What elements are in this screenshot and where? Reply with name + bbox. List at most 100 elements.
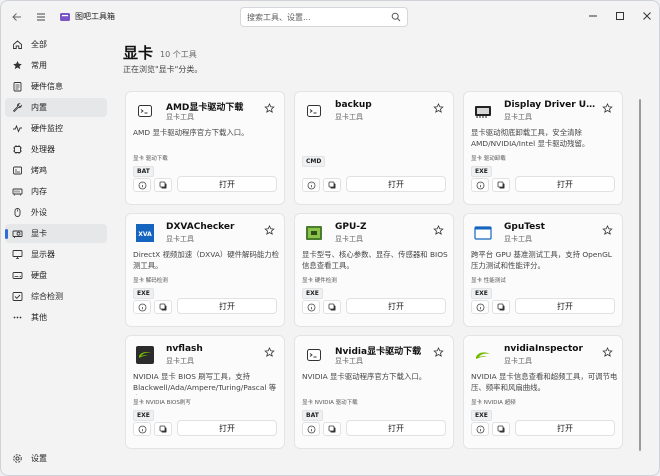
tool-card[interactable]: GPU-Z 显卡工具 显卡型号、核心参数、显存、传感器和 BIOS 信息查看工具…: [294, 213, 454, 327]
maximize-icon[interactable]: [610, 7, 630, 25]
copy-icon[interactable]: [323, 422, 341, 436]
sidebar-item-all[interactable]: 全部: [5, 35, 107, 54]
info-icon[interactable]: [302, 422, 320, 436]
card-category: 显卡工具: [335, 113, 363, 121]
card-title: GpuTest: [504, 222, 545, 232]
tool-card[interactable]: nvflash 显卡工具 NVIDIA 显卡 BIOS 刷写工具，支持 Blac…: [125, 335, 285, 449]
tool-card[interactable]: Display Driver Uninst... 显卡工具 显卡驱动彻底卸载工具…: [463, 91, 623, 205]
nvidia-icon: [136, 346, 154, 364]
info-icon[interactable]: [302, 178, 320, 192]
info-icon[interactable]: [133, 178, 151, 192]
info-icon[interactable]: [471, 300, 489, 314]
tool-card[interactable]: XVA DXVAChecker 显卡工具 DirectX 视频加速（DXVA）硬…: [125, 213, 285, 327]
file-type-badge: EXE: [133, 288, 154, 299]
sidebar-item-builtin[interactable]: 内置: [5, 98, 107, 117]
active-indicator: [5, 229, 8, 239]
favorite-star-icon[interactable]: [431, 101, 445, 115]
terminal-icon: [305, 102, 323, 120]
open-button[interactable]: 打开: [346, 420, 446, 436]
copy-icon[interactable]: [492, 422, 510, 436]
card-category: 显卡工具: [504, 235, 532, 243]
sidebar-item-settings[interactable]: 设置: [5, 449, 107, 468]
open-button[interactable]: 打开: [515, 176, 615, 192]
open-button[interactable]: 打开: [515, 298, 615, 314]
copy-icon[interactable]: [154, 178, 172, 192]
copy-icon[interactable]: [323, 300, 341, 314]
card-title: backup: [335, 100, 372, 110]
copy-icon[interactable]: [323, 178, 341, 192]
sidebar-item-monitor[interactable]: 显示器: [5, 245, 107, 264]
tool-card[interactable]: backup 显卡工具 CMD 打开: [294, 91, 454, 205]
info-icon[interactable]: [302, 300, 320, 314]
sidebar-item-hardware-info[interactable]: 硬件信息: [5, 77, 107, 96]
check-icon: [11, 291, 23, 303]
sidebar-item-peripherals[interactable]: 外设: [5, 203, 107, 222]
tool-card[interactable]: GpuTest 显卡工具 跨平台 GPU 基准测试工具，支持 OpenGL 压力…: [463, 213, 623, 327]
open-button[interactable]: 打开: [346, 176, 446, 192]
search-placeholder: 搜索工具、设置...: [247, 12, 311, 22]
info-icon[interactable]: [471, 178, 489, 192]
sidebar-item-stress[interactable]: 烤鸡: [5, 161, 107, 180]
card-category: 显卡工具: [166, 235, 194, 243]
sidebar-item-cpu[interactable]: 处理器: [5, 140, 107, 159]
sidebar-item-other[interactable]: 其他: [5, 308, 107, 327]
copy-icon[interactable]: [492, 300, 510, 314]
copy-icon[interactable]: [154, 422, 172, 436]
title-bar: 图吧工具箱 搜索工具、设置...: [1, 1, 659, 33]
sidebar-item-disk[interactable]: 硬盘: [5, 266, 107, 285]
favorite-star-icon[interactable]: [262, 101, 276, 115]
card-title: nvflash: [166, 344, 203, 354]
page-subtitle: 正在浏览"显卡"分类。: [123, 65, 203, 74]
sidebar-item-label: 全部: [31, 40, 47, 49]
sidebar-item-hardware-monitor[interactable]: 硬件监控: [5, 119, 107, 138]
card-description: 显卡驱动彻底卸载工具，安全清除 AMD/NVIDIA/Intel 显卡驱动残留。: [471, 128, 590, 148]
tool-card[interactable]: AMD显卡驱动下载 显卡工具 AMD 显卡驱动程序官方下载入口。 显卡 驱动下载…: [125, 91, 285, 205]
card-title: Display Driver Uninst...: [504, 100, 600, 110]
info-icon[interactable]: [133, 300, 151, 314]
copy-icon[interactable]: [492, 178, 510, 192]
open-button[interactable]: 打开: [177, 298, 277, 314]
vertical-scrollbar[interactable]: [639, 99, 641, 451]
copy-icon[interactable]: [154, 300, 172, 314]
open-button[interactable]: 打开: [177, 176, 277, 192]
minimize-icon[interactable]: [583, 7, 603, 25]
sidebar-item-memory[interactable]: 内存: [5, 182, 107, 201]
sidebar-item-comprehensive[interactable]: 综合检测: [5, 287, 107, 306]
sidebar-item-label: 显卡: [31, 229, 47, 238]
hamburger-menu-icon[interactable]: [33, 9, 49, 25]
sidebar-item-label: 外设: [31, 208, 47, 217]
info-icon[interactable]: [133, 422, 151, 436]
tool-card[interactable]: nvidiaInspector 显卡工具 NVIDIA 显卡信息查看和超频工具，…: [463, 335, 623, 449]
gear-icon: [11, 453, 23, 465]
favorite-star-icon[interactable]: [600, 101, 614, 115]
sidebar-item-label: 综合检测: [31, 292, 63, 301]
sidebar: 全部 常用 硬件信息 内置 硬件监控 处理器 烤鸡 内存 外设 显卡 显示器 硬…: [1, 33, 111, 475]
search-input[interactable]: 搜索工具、设置...: [240, 7, 408, 27]
favorite-star-icon[interactable]: [431, 345, 445, 359]
terminal-icon: [136, 102, 154, 120]
card-tags: 显卡 NVIDIA 超频: [471, 400, 516, 406]
favorite-star-icon[interactable]: [600, 345, 614, 359]
gpu-icon: [11, 228, 23, 240]
sidebar-item-label: 处理器: [31, 145, 55, 154]
file-type-badge: BAT: [302, 410, 323, 421]
sidebar-item-favorites[interactable]: 常用: [5, 56, 107, 75]
file-type-badge: EXE: [471, 410, 492, 421]
tool-count: 10 个工具: [160, 50, 197, 59]
favorite-star-icon[interactable]: [431, 223, 445, 237]
app-title: 图吧工具箱: [75, 12, 115, 21]
app-logo-icon: [57, 9, 73, 25]
back-arrow-icon[interactable]: [9, 9, 25, 25]
favorite-star-icon[interactable]: [262, 223, 276, 237]
info-icon[interactable]: [471, 422, 489, 436]
favorite-star-icon[interactable]: [600, 223, 614, 237]
open-button[interactable]: 打开: [346, 298, 446, 314]
open-button[interactable]: 打开: [177, 420, 277, 436]
sidebar-item-label: 其他: [31, 313, 47, 322]
tool-card[interactable]: Nvidia显卡驱动下载 显卡工具 NVIDIA 显卡驱动程序官方下载入口。 显…: [294, 335, 454, 449]
open-button[interactable]: 打开: [515, 420, 615, 436]
close-icon[interactable]: [637, 7, 657, 25]
favorite-star-icon[interactable]: [262, 345, 276, 359]
sidebar-item-gpu[interactable]: 显卡: [5, 224, 107, 243]
search-icon[interactable]: [391, 12, 401, 24]
